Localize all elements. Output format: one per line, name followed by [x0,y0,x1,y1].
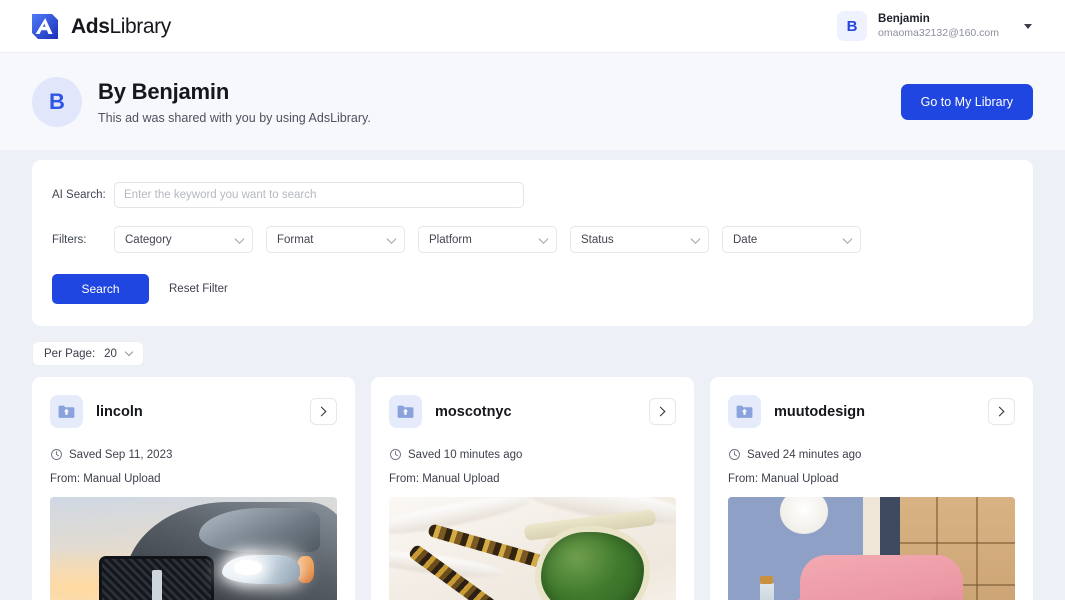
account-avatar: B [837,11,868,41]
ad-card-identity: lincoln [50,395,143,428]
hero-subtitle: This ad was shared with you by using Ads… [98,110,371,125]
filters-label: Filters: [52,233,87,246]
filter-select-date-value: Date [733,233,758,246]
filter-select-platform-value: Platform [429,233,472,246]
page-content: AI Search: Filters: Category Format Plat… [0,160,1065,600]
ad-card[interactable]: moscotnyc Saved 10 minutes ago From: Man… [371,377,694,600]
chevron-right-icon [316,406,327,417]
filter-select-category[interactable]: Category [114,226,253,253]
hero-section: B By Benjamin This ad was shared with yo… [0,53,1065,150]
ad-card-grid: lincoln Saved Sep 11, 2023 From: Manual … [32,377,1033,600]
ai-search-label: AI Search: [52,189,106,201]
ad-card-source: From: Manual Upload [728,473,839,485]
brand-name-bold: Ads [71,14,110,38]
folder-upload-icon [50,395,83,428]
hero-identity: B By Benjamin This ad was shared with yo… [32,76,371,127]
page-title: By Benjamin [98,78,230,104]
ad-card-header: lincoln [50,395,337,428]
account-details: Benjamin omaoma32132@160.com [878,12,999,41]
ad-card-source: From: Manual Upload [389,473,500,485]
per-page-label: Per Page: [44,347,96,360]
ad-card-saved: Saved 24 minutes ago [728,448,1015,461]
per-page-value: 20 [104,347,117,360]
ad-card-next-button[interactable] [310,398,337,425]
brand-name-light: Library [109,14,171,38]
folder-upload-icon [728,395,761,428]
ad-card-next-button[interactable] [988,398,1015,425]
chevron-right-icon [994,406,1005,417]
ad-card-next-button[interactable] [649,398,676,425]
clock-icon [390,449,401,460]
ad-card-title: moscotnyc [435,403,512,420]
chevron-down-icon [124,347,134,356]
ad-card[interactable]: muutodesign Saved 24 minutes ago From: M… [710,377,1033,600]
ad-card-saved: Saved 10 minutes ago [389,448,676,461]
clock-icon [51,449,62,460]
search-filter-panel: AI Search: Filters: Category Format Plat… [32,160,1033,326]
ad-card-saved: Saved Sep 11, 2023 [50,448,337,461]
filter-select-category-value: Category [125,233,172,246]
filter-select-platform[interactable]: Platform [418,226,557,253]
adslibrary-logo-icon [30,11,60,41]
chevron-down-icon [842,233,853,244]
ad-card-source: From: Manual Upload [50,473,161,485]
clock-icon [729,449,740,460]
avatar: B [32,76,82,127]
chevron-right-icon [655,406,666,417]
ad-card-header: moscotnyc [389,395,676,428]
per-page-select[interactable]: Per Page: 20 [32,341,144,366]
chevron-down-icon[interactable] [1024,23,1032,29]
ad-card-thumbnail[interactable] [728,497,1015,600]
filter-select-status[interactable]: Status [570,226,709,253]
chevron-down-icon [386,233,397,244]
filter-actions: Search Reset Filter [52,274,1013,304]
chevron-down-icon [690,233,701,244]
brand-name: AdsLibrary [71,16,171,37]
ad-card-saved-text: Saved 10 minutes ago [408,448,523,461]
filter-select-format-value: Format [277,233,314,246]
ad-card-thumbnail[interactable] [50,497,337,600]
account-menu[interactable]: B Benjamin omaoma32132@160.com [837,11,1032,41]
ad-card-identity: moscotnyc [389,395,512,428]
ad-card-saved-text: Saved 24 minutes ago [747,448,862,461]
go-to-my-library-button[interactable]: Go to My Library [900,83,1033,120]
account-email: omaoma32132@160.com [878,27,999,40]
ad-card-saved-text: Saved Sep 11, 2023 [69,448,173,461]
ad-card-identity: muutodesign [728,395,865,428]
account-name: Benjamin [878,12,930,25]
brand-logo[interactable]: AdsLibrary [30,11,171,41]
ad-card-title: lincoln [96,403,143,420]
search-button[interactable]: Search [52,274,149,304]
ad-card-header: muutodesign [728,395,1015,428]
hero-text: By Benjamin This ad was shared with you … [98,79,371,125]
ai-search-row: AI Search: [52,182,1013,208]
reset-filter-button[interactable]: Reset Filter [169,283,228,295]
filter-select-date[interactable]: Date [722,226,861,253]
search-input[interactable] [114,182,524,208]
folder-upload-icon [389,395,422,428]
chevron-down-icon [538,233,549,244]
filter-select-format[interactable]: Format [266,226,405,253]
ad-card[interactable]: lincoln Saved Sep 11, 2023 From: Manual … [32,377,355,600]
filters-row: Filters: Category Format Platform Status… [52,226,1013,253]
top-navigation-bar: AdsLibrary B Benjamin omaoma32132@160.co… [0,0,1065,53]
chevron-down-icon [234,233,245,244]
ad-card-title: muutodesign [774,403,866,420]
per-page-row: Per Page: 20 [32,341,1033,366]
filter-select-status-value: Status [581,233,614,246]
ad-card-thumbnail[interactable] [389,497,676,600]
